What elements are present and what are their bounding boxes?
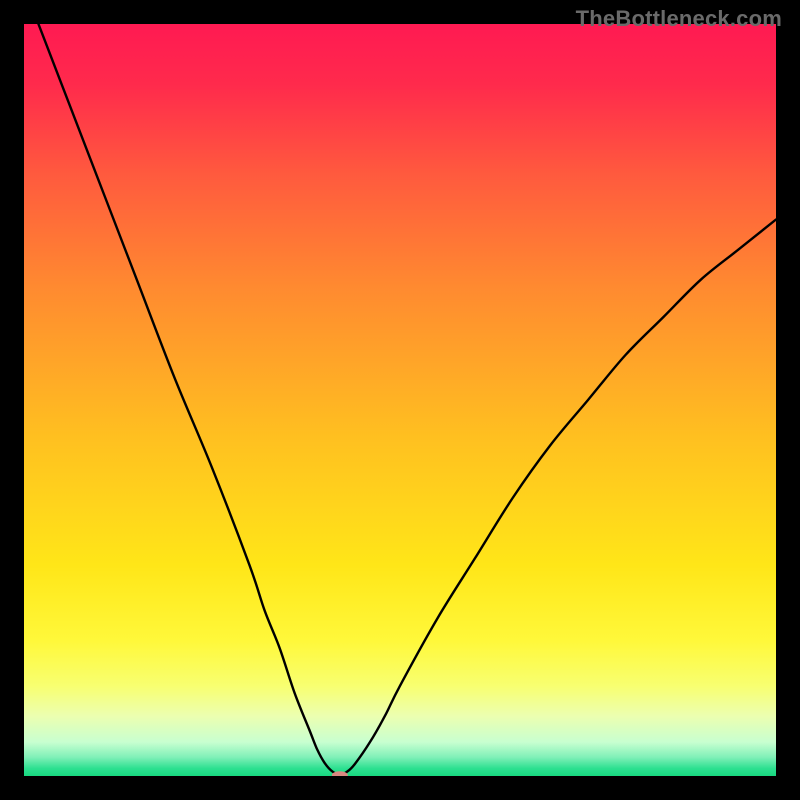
chart-svg xyxy=(24,24,776,776)
chart-background xyxy=(24,24,776,776)
chart-frame: TheBottleneck.com xyxy=(0,0,800,800)
watermark-text: TheBottleneck.com xyxy=(576,6,782,32)
plot-area xyxy=(24,24,776,776)
